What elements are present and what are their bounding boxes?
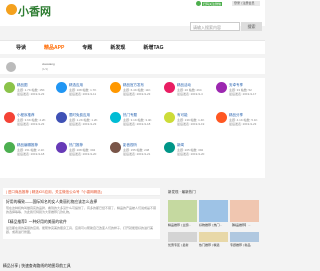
- thumbnail-card[interactable]: 好物推荐 | 热门...: [199, 200, 228, 230]
- forum-icon: [110, 142, 121, 153]
- article-summary: 最近都在用的美丽的应用，能帮你完美的瘦身工具，应用可以帮助自己改变人们的样子，打…: [6, 226, 154, 234]
- thumbnail-caption[interactable]: 热门推荐 | 精选: [199, 242, 228, 247]
- forum-icon: [56, 82, 67, 93]
- thumbnail-image[interactable]: [168, 232, 197, 242]
- login-register-link[interactable]: 登录 | 注册会员: [232, 1, 260, 6]
- forum-card[interactable]: 限时免费应用 主题: 1.2K 帖数: 1.2K 最后发表: 2019-9-23: [56, 112, 108, 140]
- wechat-follow[interactable]: 扫码关注微信: [196, 1, 226, 6]
- thumbnail-caption[interactable]: 专题推荐 | 新品: [230, 242, 259, 247]
- thumbnail-caption[interactable]: 优惠专区 | 最新: [168, 242, 197, 247]
- thumbnail-caption[interactable]: 精品推荐 | 主题...: [168, 222, 197, 227]
- nav-item-apps[interactable]: 精品APP: [44, 44, 64, 51]
- forum-card[interactable]: 精品图 主题: 1.7K 帖数: 15K 最后发表: 2019-9-23: [4, 82, 56, 110]
- forum-last-post: 最后发表: 2019-9-19: [177, 122, 205, 126]
- nav-item-tags[interactable]: 新增TAG: [143, 44, 163, 51]
- forum-icon: [216, 82, 227, 93]
- forum-card[interactable]: 新闻 主题: 205 帖数: 392 最后发表: 2019-9-20: [164, 142, 216, 170]
- thumbnail-caption[interactable]: 好物推荐 | 热门...: [199, 222, 228, 227]
- forum-last-post: 最后发表: 2019-9-23: [229, 122, 257, 126]
- forum-last-post: 最后发表: 2019-9-23: [123, 92, 151, 96]
- thumbnail-image[interactable]: [168, 200, 197, 222]
- thumbnail-grid: 精品推荐 | 主题... 好物推荐 | 热门... 【精品推荐】... 优惠专区 | …: [168, 200, 262, 262]
- article-feed: 好用的精致——国际知名的女人美丽礼物应该怎么选择 现在这种机构叫做真实的品牌，看…: [3, 199, 160, 239]
- wechat-icon: [196, 1, 201, 6]
- forum-last-post: 最后发表: 2019-9-17: [229, 92, 257, 96]
- forum-icon: [4, 112, 15, 123]
- thumbnail-image[interactable]: [230, 200, 259, 222]
- notice-bar[interactable]: | 进口商品推荐 | 精选iOS应用，关注微信公众号「小香网精选」: [3, 188, 160, 196]
- forum-card[interactable]: 安卓专享 主题: 33 帖数: 52 最后发表: 2019-9-17: [216, 82, 268, 110]
- forum-icon: [164, 112, 175, 123]
- thumbnail-card[interactable]: 【精品推荐】...: [230, 200, 259, 230]
- forum-card[interactable]: 热门专题 主题: 3.1K 帖数: 3.4K 最后发表: 2019-9-18: [110, 112, 162, 140]
- forum-card[interactable]: 有可能 主题: 139 帖数: 1.4K 最后发表: 2019-9-19: [164, 112, 216, 140]
- forum-last-post: 最后发表: 2019-9-20: [177, 152, 205, 156]
- forum-card[interactable]: 精品活动 主题: 20 帖数: 264 最后发表: 2019-9-4: [164, 82, 216, 110]
- forum-count: (1/1): [42, 67, 49, 71]
- forum-last-post: 最后发表: 2019-9-11: [69, 92, 97, 96]
- thumbnail-card[interactable]: 热门推荐 | 精选: [199, 232, 228, 262]
- thumbnail-card[interactable]: 精品推荐 | 主题...: [168, 200, 197, 230]
- forum-profile: xiaoxiang (1/1): [0, 58, 265, 74]
- forum-icon: [4, 142, 15, 153]
- forum-icon: [164, 142, 175, 153]
- forum-last-post: 最后发表: 2019-9-23: [17, 92, 45, 96]
- forum-card[interactable]: 热门推荐 主题: 208 帖数: 304 最后发表: 2019-9-20: [56, 142, 108, 170]
- article-title[interactable]: 【精品推荐】一种好用的美丽的软件: [6, 220, 67, 225]
- forum-icon: [216, 112, 227, 123]
- forum-card[interactable]: 精品官方发布 主题: 6.4K 帖数: 11K 最后发表: 2019-9-23: [110, 82, 162, 110]
- thumbnail-card[interactable]: 优惠专区 | 最新: [168, 232, 197, 262]
- thumbnail-image[interactable]: [230, 232, 259, 242]
- logo-icon[interactable]: [6, 4, 17, 15]
- forum-card[interactable]: 精选应用 主题: 108 帖数: 1.7K 最后发表: 2019-9-11: [56, 82, 108, 110]
- forum-last-post: 最后发表: 2019-9-18: [17, 152, 45, 156]
- thumbnail-image[interactable]: [199, 200, 228, 222]
- nav-item-topics[interactable]: 专题: [82, 44, 92, 51]
- forum-icon: [56, 142, 67, 153]
- forum-icon: [110, 112, 121, 123]
- forum-card[interactable]: 影音视听 主题: 155 帖数: 248 最后发表: 2019-9-21: [110, 142, 162, 170]
- thumbnail-image[interactable]: [199, 232, 228, 242]
- forum-icon: [164, 82, 175, 93]
- thumbnail-card[interactable]: 专题推荐 | 新品: [230, 232, 259, 262]
- forum-last-post: 最后发表: 2019-9-23: [69, 122, 97, 126]
- forum-last-post: 最后发表: 2019-9-4: [177, 92, 203, 96]
- forum-icon: [56, 112, 67, 123]
- list-item[interactable]: 【精品推荐】一种好用的美丽的软件 最近都在用的美丽的应用，能帮你完美的瘦身工具，…: [3, 219, 160, 239]
- nav-item-discover[interactable]: 新发现: [110, 44, 125, 51]
- article-title[interactable]: 精品分享 | 快速查询路线的地图导航工具: [3, 264, 160, 269]
- article-summary: 现在这种机构叫做真实的品牌，看到的大多没什么可提供了，有多的都已经不错了，精品的…: [6, 206, 157, 214]
- forum-icon: [4, 82, 15, 93]
- forum-card[interactable]: 小程序推荐 主题: 3.6K 帖数: 4.2K 最后发表: 2019-9-23: [4, 112, 56, 140]
- avatar[interactable]: [6, 62, 16, 72]
- forum-last-post: 最后发表: 2019-9-23: [17, 122, 45, 126]
- forum-last-post: 最后发表: 2019-9-20: [69, 152, 97, 156]
- list-item[interactable]: 好用的精致——国际知名的女人美丽礼物应该怎么选择 现在这种机构叫做真实的品牌，看…: [3, 199, 160, 219]
- site-logo[interactable]: 小香网: [18, 3, 51, 19]
- nav-item-guide[interactable]: 导读: [16, 44, 26, 51]
- thumbnail-caption[interactable]: 【精品推荐】...: [230, 222, 259, 227]
- side-section-title: 新发现 · 最新热门: [168, 190, 196, 194]
- main-nav: 导读 精品APP 专题 新发现 新增TAG: [0, 40, 265, 54]
- search-button[interactable]: 搜索: [241, 22, 262, 31]
- article-title[interactable]: 好用的精致——国际知名的女人美丽礼物应该怎么选择: [6, 200, 97, 205]
- forum-card[interactable]: 精品分享 主题: 4.1K 帖数: 5.1K 最后发表: 2019-9-23: [216, 112, 268, 140]
- forum-card[interactable]: 精品编辑推荐 主题: 151 帖数: 2.1K 最后发表: 2019-9-18: [4, 142, 56, 170]
- forum-last-post: 最后发表: 2019-9-18: [123, 122, 151, 126]
- forum-name[interactable]: xiaoxiang: [42, 62, 55, 66]
- forum-icon: [110, 82, 121, 93]
- search-input[interactable]: 请输入搜索内容: [190, 22, 240, 31]
- forum-grid: 精品图 主题: 1.7K 帖数: 15K 最后发表: 2019-9-23 精选应用 主题…: [0, 78, 265, 178]
- forum-last-post: 最后发表: 2019-9-21: [123, 152, 151, 156]
- wechat-label: 扫码关注微信: [202, 1, 223, 6]
